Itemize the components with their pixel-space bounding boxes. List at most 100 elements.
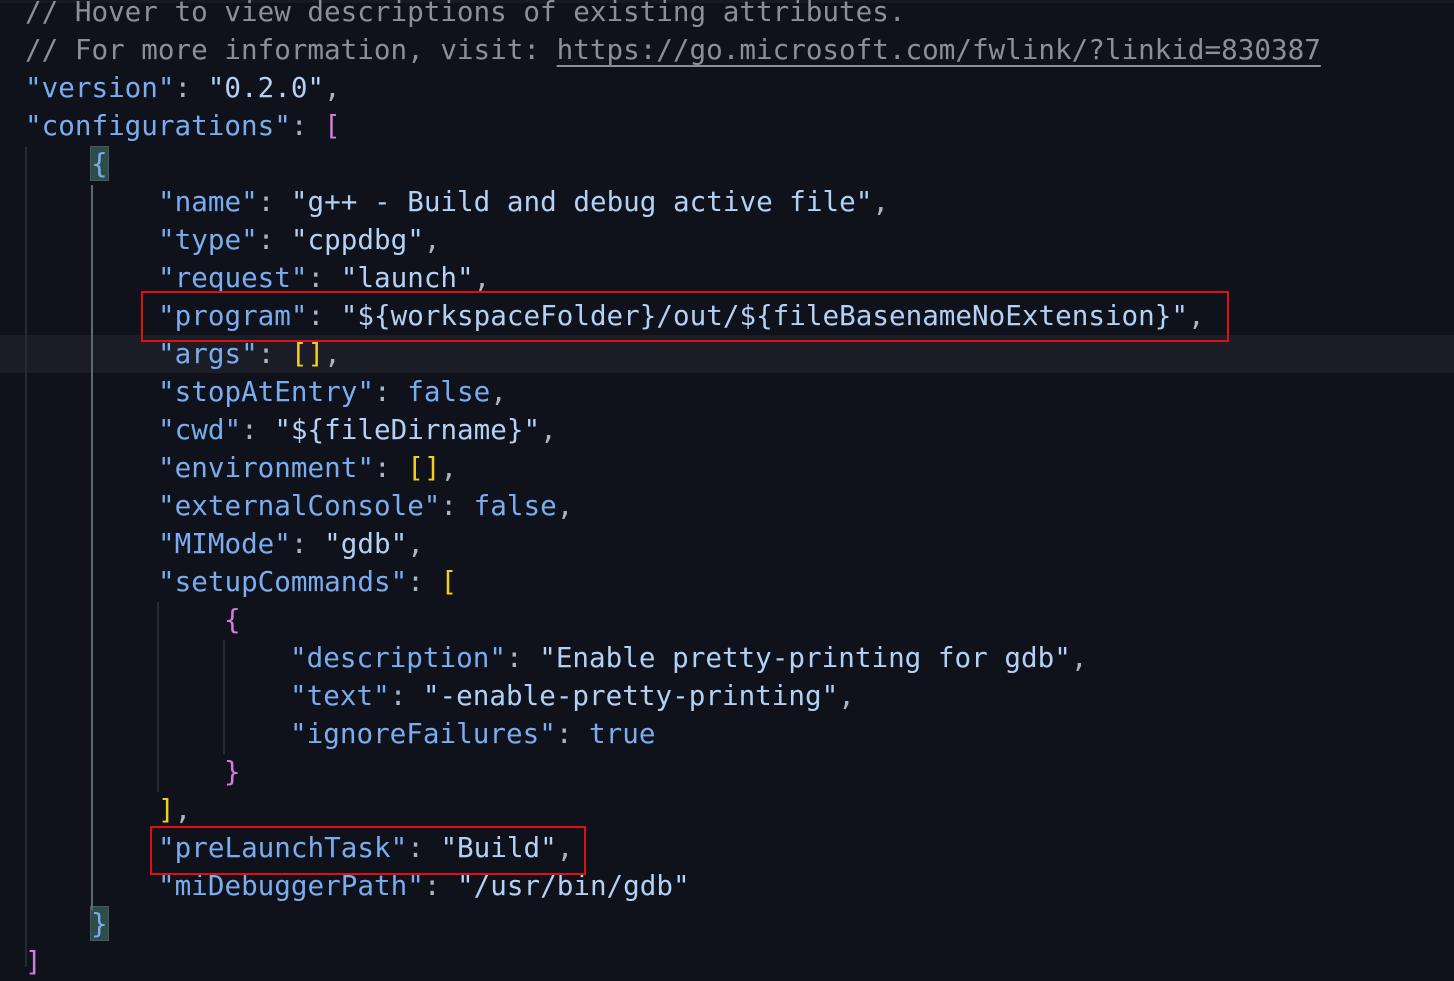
close-bracket: ] [158, 793, 175, 826]
colon: : [505, 641, 540, 674]
json-key: "externalConsole" [158, 489, 441, 522]
json-key: "cwd" [158, 413, 242, 446]
annotation-box-program [141, 291, 1229, 342]
indent-guide [157, 602, 159, 792]
json-key: "text" [290, 679, 390, 712]
close-brace: } [224, 755, 241, 788]
colon: : [440, 489, 474, 522]
indent-guide [223, 640, 225, 754]
code-content: "externalConsole": false, [158, 487, 573, 525]
code-content: "environment": [], [158, 449, 457, 487]
json-key: "description" [290, 641, 506, 674]
code-line[interactable]: "stopAtEntry": false, [0, 373, 1454, 411]
open-bracket: [ [324, 109, 341, 142]
colon: : [307, 261, 341, 294]
code-line[interactable]: // Hover to view descriptions of existin… [0, 0, 1454, 31]
colon: : [257, 185, 291, 218]
trailing-comma: , [407, 527, 424, 560]
code-line[interactable]: "environment": [], [0, 449, 1454, 487]
json-boolean-value: false [407, 375, 491, 408]
trailing-comma: , [490, 375, 507, 408]
json-key: "stopAtEntry" [158, 375, 374, 408]
code-line[interactable]: "ignoreFailures": true [0, 715, 1454, 753]
code-line[interactable]: } [0, 753, 1454, 791]
code-content: "MIMode": "gdb", [158, 525, 424, 563]
code-content: ] [25, 943, 42, 981]
code-line[interactable]: "type": "cppdbg", [0, 221, 1454, 259]
trailing-comma: , [440, 451, 458, 484]
code-line[interactable]: "configurations": [ [0, 107, 1454, 145]
trailing-comma: , [423, 223, 441, 256]
code-line[interactable]: "cwd": "${fileDirname}", [0, 411, 1454, 449]
json-boolean-value: true [589, 717, 656, 750]
json-key: "MIMode" [158, 527, 291, 560]
colon: : [174, 71, 208, 104]
code-line[interactable]: // For more information, visit: https://… [0, 31, 1454, 69]
open-brace: { [224, 603, 241, 636]
code-content: } [224, 753, 241, 791]
json-string-value: "g++ - Build and debug active file" [290, 185, 873, 218]
json-key: "type" [158, 223, 258, 256]
trailing-comma: , [1070, 641, 1088, 674]
code-content: "text": "-enable-pretty-printing", [290, 677, 855, 715]
code-content: // Hover to view descriptions of existin… [25, 0, 905, 31]
code-line[interactable]: "version": "0.2.0", [0, 69, 1454, 107]
colon: : [555, 717, 590, 750]
json-empty-array: [] [407, 451, 441, 484]
json-string-value: "-enable-pretty-printing" [422, 679, 839, 712]
trailing-comma: , [556, 489, 574, 522]
code-line[interactable]: "name": "g++ - Build and debug active fi… [0, 183, 1454, 221]
code-line[interactable]: "setupCommands": [ [0, 563, 1454, 601]
docs-link[interactable]: https://go.microsoft.com/fwlink/?linkid=… [557, 33, 1321, 66]
indent-guide-active [91, 185, 93, 910]
trailing-comma: , [473, 261, 491, 294]
colon: : [241, 413, 275, 446]
code-content: ], [158, 791, 191, 829]
json-string-value: "cppdbg" [290, 223, 424, 256]
code-line[interactable]: "MIMode": "gdb", [0, 525, 1454, 563]
code-content: } [90, 905, 109, 943]
code-line[interactable]: ], [0, 791, 1454, 829]
comment: // For more information, visit: [25, 33, 557, 66]
json-key: "ignoreFailures" [290, 717, 556, 750]
code-content: // For more information, visit: https://… [25, 31, 1321, 69]
json-key: "environment" [158, 451, 374, 484]
comment: // Hover to view descriptions of existin… [25, 0, 906, 28]
json-key: "version" [25, 71, 175, 104]
close-brace: } [90, 906, 109, 941]
indent-guide [25, 147, 27, 967]
code-content: "ignoreFailures": true [290, 715, 656, 753]
open-bracket: [ [440, 565, 458, 598]
colon: : [373, 375, 408, 408]
code-line[interactable]: { [0, 145, 1454, 183]
code-line[interactable]: ] [0, 943, 1454, 981]
code-line[interactable]: { [0, 601, 1454, 639]
colon: : [373, 451, 408, 484]
trailing-comma: , [872, 185, 889, 218]
colon: : [290, 527, 325, 560]
colon: : [389, 679, 423, 712]
code-content: "name": "g++ - Build and debug active fi… [158, 183, 889, 221]
trailing-comma: , [324, 71, 341, 104]
json-key: "request" [158, 261, 308, 294]
trailing-comma: , [540, 413, 557, 446]
json-string-value: "gdb" [324, 527, 408, 560]
json-key: "configurations" [25, 109, 291, 142]
code-content: "stopAtEntry": false, [158, 373, 507, 411]
close-bracket: ] [25, 945, 42, 978]
code-content: "setupCommands": [ [158, 563, 457, 601]
code-line[interactable]: } [0, 905, 1454, 943]
code-line[interactable]: "description": "Enable pretty-printing f… [0, 639, 1454, 677]
code-content: { [224, 601, 241, 639]
json-string-value: "${fileDirname}" [274, 413, 541, 446]
colon: : [290, 109, 325, 142]
code-line[interactable]: "text": "-enable-pretty-printing", [0, 677, 1454, 715]
annotation-box-prelaunchtask [150, 826, 586, 875]
code-content: "version": "0.2.0", [25, 69, 341, 107]
code-content: "configurations": [ [25, 107, 341, 145]
code-line[interactable]: "externalConsole": false, [0, 487, 1454, 525]
code-content: "cwd": "${fileDirname}", [158, 411, 557, 449]
colon: : [407, 565, 441, 598]
code-content: "description": "Enable pretty-printing f… [290, 639, 1087, 677]
colon: : [257, 223, 291, 256]
